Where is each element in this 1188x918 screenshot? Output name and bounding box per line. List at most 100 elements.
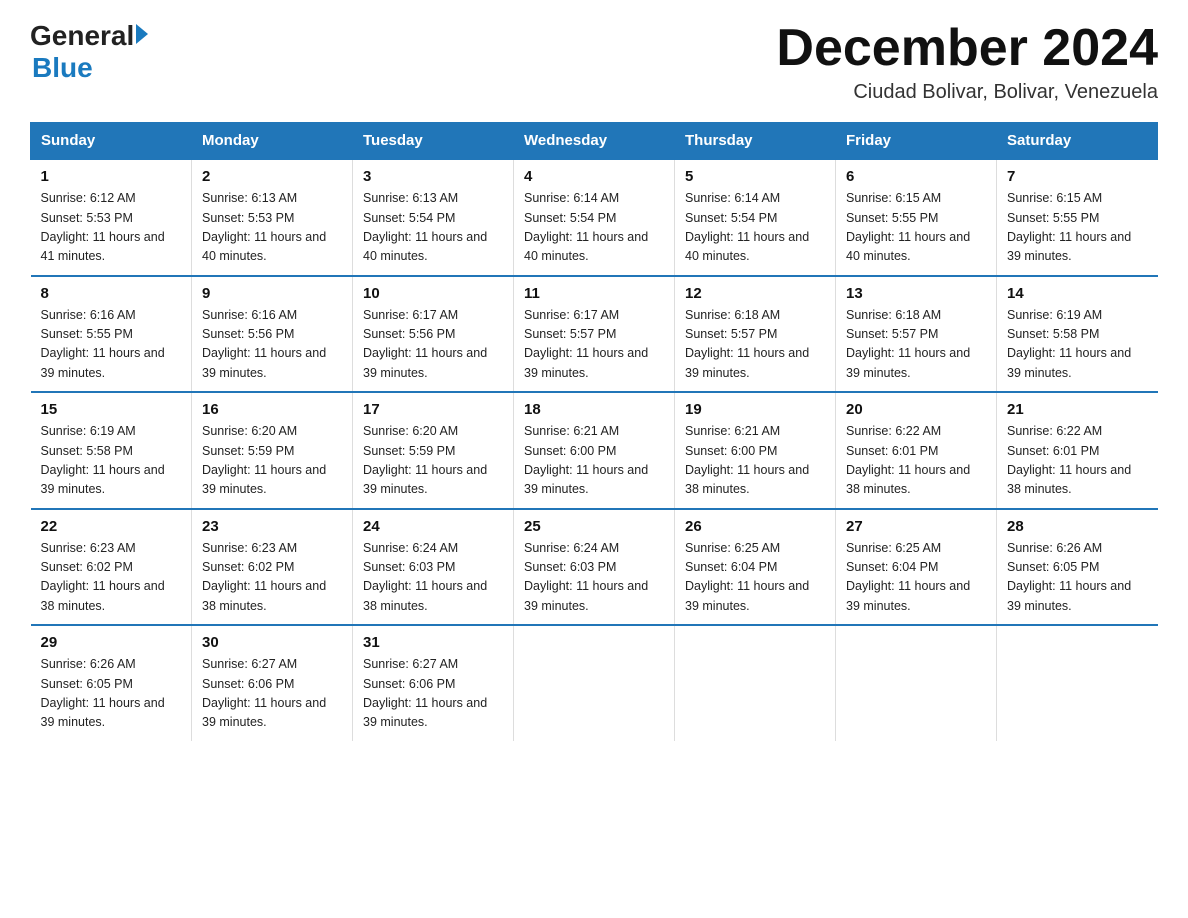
header-cell-saturday: Saturday xyxy=(997,123,1158,160)
calendar-week-5: 29 Sunrise: 6:26 AMSunset: 6:05 PMDaylig… xyxy=(31,625,1158,741)
calendar-cell: 7 Sunrise: 6:15 AMSunset: 5:55 PMDayligh… xyxy=(997,159,1158,276)
logo: General Blue xyxy=(30,20,148,84)
header-cell-tuesday: Tuesday xyxy=(353,123,514,160)
calendar-cell: 5 Sunrise: 6:14 AMSunset: 5:54 PMDayligh… xyxy=(675,159,836,276)
day-info: Sunrise: 6:25 AMSunset: 6:04 PMDaylight:… xyxy=(846,541,970,613)
day-number: 6 xyxy=(846,168,986,185)
calendar-cell xyxy=(514,625,675,741)
day-number: 25 xyxy=(524,518,664,535)
calendar-cell: 8 Sunrise: 6:16 AMSunset: 5:55 PMDayligh… xyxy=(31,276,192,393)
calendar-cell: 20 Sunrise: 6:22 AMSunset: 6:01 PMDaylig… xyxy=(836,392,997,509)
day-number: 20 xyxy=(846,401,986,418)
calendar-cell: 26 Sunrise: 6:25 AMSunset: 6:04 PMDaylig… xyxy=(675,509,836,626)
calendar-cell: 3 Sunrise: 6:13 AMSunset: 5:54 PMDayligh… xyxy=(353,159,514,276)
calendar-body: 1 Sunrise: 6:12 AMSunset: 5:53 PMDayligh… xyxy=(31,159,1158,741)
day-info: Sunrise: 6:18 AMSunset: 5:57 PMDaylight:… xyxy=(846,308,970,380)
calendar-cell: 10 Sunrise: 6:17 AMSunset: 5:56 PMDaylig… xyxy=(353,276,514,393)
day-info: Sunrise: 6:26 AMSunset: 6:05 PMDaylight:… xyxy=(41,657,165,729)
day-info: Sunrise: 6:13 AMSunset: 5:54 PMDaylight:… xyxy=(363,191,487,263)
day-number: 10 xyxy=(363,285,503,302)
day-number: 22 xyxy=(41,518,182,535)
calendar-cell: 14 Sunrise: 6:19 AMSunset: 5:58 PMDaylig… xyxy=(997,276,1158,393)
day-number: 7 xyxy=(1007,168,1148,185)
day-number: 2 xyxy=(202,168,342,185)
day-number: 5 xyxy=(685,168,825,185)
calendar-cell: 21 Sunrise: 6:22 AMSunset: 6:01 PMDaylig… xyxy=(997,392,1158,509)
month-title: December 2024 xyxy=(776,20,1158,77)
day-info: Sunrise: 6:22 AMSunset: 6:01 PMDaylight:… xyxy=(846,424,970,496)
calendar-week-2: 8 Sunrise: 6:16 AMSunset: 5:55 PMDayligh… xyxy=(31,276,1158,393)
day-number: 18 xyxy=(524,401,664,418)
calendar-cell: 4 Sunrise: 6:14 AMSunset: 5:54 PMDayligh… xyxy=(514,159,675,276)
day-number: 31 xyxy=(363,634,503,651)
calendar-cell: 6 Sunrise: 6:15 AMSunset: 5:55 PMDayligh… xyxy=(836,159,997,276)
calendar-cell: 31 Sunrise: 6:27 AMSunset: 6:06 PMDaylig… xyxy=(353,625,514,741)
day-number: 4 xyxy=(524,168,664,185)
calendar-cell: 15 Sunrise: 6:19 AMSunset: 5:58 PMDaylig… xyxy=(31,392,192,509)
day-info: Sunrise: 6:21 AMSunset: 6:00 PMDaylight:… xyxy=(685,424,809,496)
day-info: Sunrise: 6:26 AMSunset: 6:05 PMDaylight:… xyxy=(1007,541,1131,613)
day-number: 29 xyxy=(41,634,182,651)
calendar-cell: 19 Sunrise: 6:21 AMSunset: 6:00 PMDaylig… xyxy=(675,392,836,509)
day-number: 14 xyxy=(1007,285,1148,302)
day-number: 27 xyxy=(846,518,986,535)
day-info: Sunrise: 6:20 AMSunset: 5:59 PMDaylight:… xyxy=(363,424,487,496)
calendar-cell xyxy=(836,625,997,741)
header-row: SundayMondayTuesdayWednesdayThursdayFrid… xyxy=(31,123,1158,160)
calendar-cell: 16 Sunrise: 6:20 AMSunset: 5:59 PMDaylig… xyxy=(192,392,353,509)
logo-triangle-icon xyxy=(136,24,148,44)
day-info: Sunrise: 6:19 AMSunset: 5:58 PMDaylight:… xyxy=(41,424,165,496)
day-number: 23 xyxy=(202,518,342,535)
day-number: 16 xyxy=(202,401,342,418)
calendar-cell: 28 Sunrise: 6:26 AMSunset: 6:05 PMDaylig… xyxy=(997,509,1158,626)
day-info: Sunrise: 6:17 AMSunset: 5:56 PMDaylight:… xyxy=(363,308,487,380)
day-info: Sunrise: 6:16 AMSunset: 5:56 PMDaylight:… xyxy=(202,308,326,380)
day-number: 26 xyxy=(685,518,825,535)
calendar-cell: 12 Sunrise: 6:18 AMSunset: 5:57 PMDaylig… xyxy=(675,276,836,393)
calendar-cell: 25 Sunrise: 6:24 AMSunset: 6:03 PMDaylig… xyxy=(514,509,675,626)
day-info: Sunrise: 6:18 AMSunset: 5:57 PMDaylight:… xyxy=(685,308,809,380)
location-subtitle: Ciudad Bolivar, Bolivar, Venezuela xyxy=(776,81,1158,104)
day-number: 21 xyxy=(1007,401,1148,418)
day-info: Sunrise: 6:15 AMSunset: 5:55 PMDaylight:… xyxy=(1007,191,1131,263)
calendar-week-3: 15 Sunrise: 6:19 AMSunset: 5:58 PMDaylig… xyxy=(31,392,1158,509)
calendar-cell: 22 Sunrise: 6:23 AMSunset: 6:02 PMDaylig… xyxy=(31,509,192,626)
day-info: Sunrise: 6:21 AMSunset: 6:00 PMDaylight:… xyxy=(524,424,648,496)
calendar-table: SundayMondayTuesdayWednesdayThursdayFrid… xyxy=(30,122,1158,741)
day-number: 12 xyxy=(685,285,825,302)
day-info: Sunrise: 6:20 AMSunset: 5:59 PMDaylight:… xyxy=(202,424,326,496)
calendar-cell: 9 Sunrise: 6:16 AMSunset: 5:56 PMDayligh… xyxy=(192,276,353,393)
day-info: Sunrise: 6:19 AMSunset: 5:58 PMDaylight:… xyxy=(1007,308,1131,380)
calendar-cell xyxy=(675,625,836,741)
day-info: Sunrise: 6:27 AMSunset: 6:06 PMDaylight:… xyxy=(202,657,326,729)
day-number: 9 xyxy=(202,285,342,302)
calendar-cell: 17 Sunrise: 6:20 AMSunset: 5:59 PMDaylig… xyxy=(353,392,514,509)
calendar-cell xyxy=(997,625,1158,741)
day-info: Sunrise: 6:16 AMSunset: 5:55 PMDaylight:… xyxy=(41,308,165,380)
header-cell-thursday: Thursday xyxy=(675,123,836,160)
day-number: 28 xyxy=(1007,518,1148,535)
day-info: Sunrise: 6:24 AMSunset: 6:03 PMDaylight:… xyxy=(524,541,648,613)
calendar-cell: 11 Sunrise: 6:17 AMSunset: 5:57 PMDaylig… xyxy=(514,276,675,393)
day-info: Sunrise: 6:17 AMSunset: 5:57 PMDaylight:… xyxy=(524,308,648,380)
day-info: Sunrise: 6:23 AMSunset: 6:02 PMDaylight:… xyxy=(41,541,165,613)
calendar-cell: 13 Sunrise: 6:18 AMSunset: 5:57 PMDaylig… xyxy=(836,276,997,393)
day-info: Sunrise: 6:13 AMSunset: 5:53 PMDaylight:… xyxy=(202,191,326,263)
day-info: Sunrise: 6:14 AMSunset: 5:54 PMDaylight:… xyxy=(524,191,648,263)
header-cell-friday: Friday xyxy=(836,123,997,160)
calendar-week-1: 1 Sunrise: 6:12 AMSunset: 5:53 PMDayligh… xyxy=(31,159,1158,276)
header-cell-wednesday: Wednesday xyxy=(514,123,675,160)
day-number: 17 xyxy=(363,401,503,418)
day-number: 1 xyxy=(41,168,182,185)
day-info: Sunrise: 6:22 AMSunset: 6:01 PMDaylight:… xyxy=(1007,424,1131,496)
day-info: Sunrise: 6:24 AMSunset: 6:03 PMDaylight:… xyxy=(363,541,487,613)
header: General Blue December 2024 Ciudad Boliva… xyxy=(30,20,1158,104)
day-number: 8 xyxy=(41,285,182,302)
logo-general-text: General xyxy=(30,20,134,52)
calendar-week-4: 22 Sunrise: 6:23 AMSunset: 6:02 PMDaylig… xyxy=(31,509,1158,626)
day-info: Sunrise: 6:14 AMSunset: 5:54 PMDaylight:… xyxy=(685,191,809,263)
calendar-cell: 1 Sunrise: 6:12 AMSunset: 5:53 PMDayligh… xyxy=(31,159,192,276)
day-info: Sunrise: 6:12 AMSunset: 5:53 PMDaylight:… xyxy=(41,191,165,263)
calendar-cell: 29 Sunrise: 6:26 AMSunset: 6:05 PMDaylig… xyxy=(31,625,192,741)
calendar-header: SundayMondayTuesdayWednesdayThursdayFrid… xyxy=(31,123,1158,160)
